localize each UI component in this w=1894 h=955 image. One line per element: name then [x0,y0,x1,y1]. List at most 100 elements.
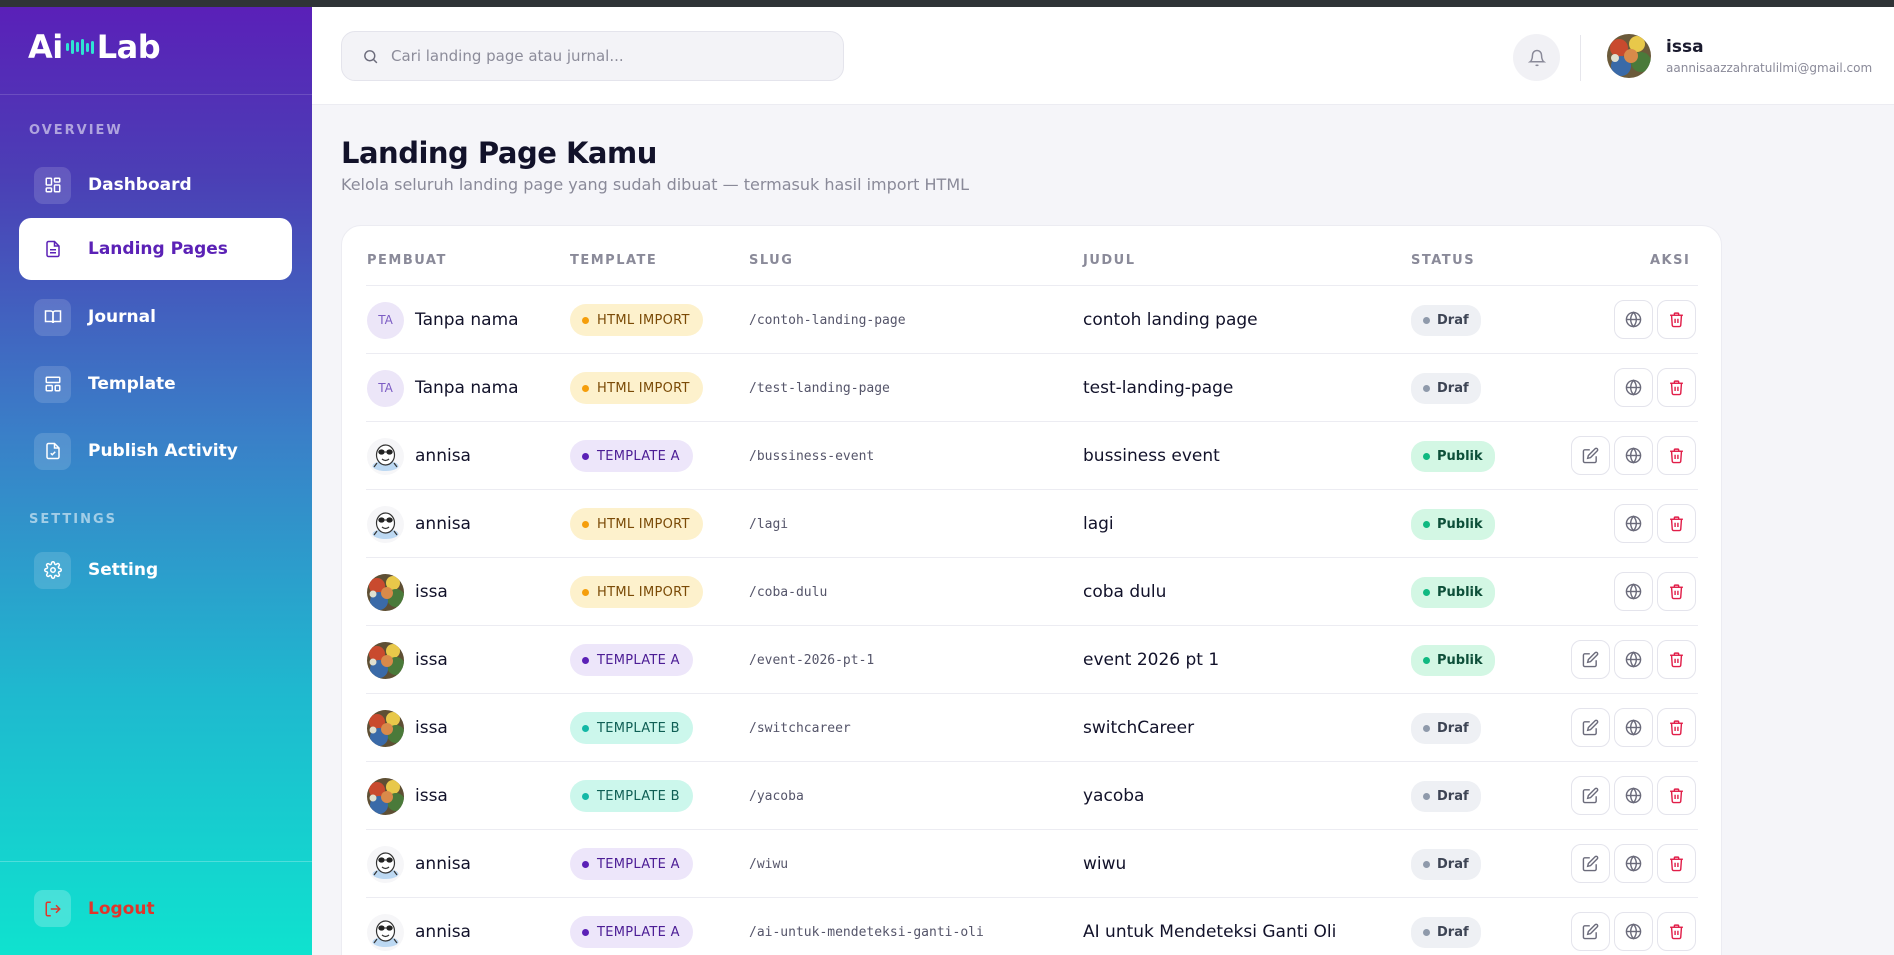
slug-text: /test-landing-page [749,380,890,396]
edit-icon [1582,719,1599,736]
app-logo[interactable]: Ai Lab [28,28,161,66]
creator-name: Tanpa nama [415,310,519,330]
edit-button[interactable] [1571,436,1610,475]
page-title-text[interactable]: coba dulu [1083,582,1166,602]
creator-name: issa [415,650,448,670]
view-live-button[interactable] [1614,912,1653,951]
logo-suffix: Lab [96,28,161,66]
table-row[interactable]: issa TEMPLATE B/switchcareer switchCareer D… [366,693,1698,761]
sidebar-item-landing-pages[interactable]: Landing Pages [19,218,292,280]
table-row[interactable]: annisa TEMPLATE A/wiwu wiwu Draf [366,829,1698,897]
sidebar-item-template[interactable]: Template [19,353,292,415]
view-live-button[interactable] [1614,844,1653,883]
slug-cell: /switchcareer [749,694,851,762]
status-cell: Draf [1411,762,1481,830]
title-cell: yacoba [1083,762,1144,830]
status-cell: Draf [1411,286,1481,354]
edit-button[interactable] [1571,912,1610,951]
delete-button[interactable] [1657,640,1696,679]
page-title-text[interactable]: contoh landing page [1083,310,1258,330]
table-row[interactable]: issa HTML IMPORT/coba-dulu coba dulu Publik [366,557,1698,625]
page-title-text[interactable]: wiwu [1083,854,1126,874]
status-cell: Publik [1411,558,1495,626]
table-row[interactable]: issa TEMPLATE A/event-2026-pt-1 event 2026… [366,625,1698,693]
globe-icon [1625,923,1642,940]
logout-button[interactable]: Logout [34,890,155,927]
search-bar[interactable] [341,31,844,81]
view-live-button[interactable] [1614,640,1653,679]
edit-button[interactable] [1571,708,1610,747]
table-row[interactable]: TA Tanpa nama HTML IMPORT/contoh-landing-p… [366,285,1698,353]
delete-button[interactable] [1657,776,1696,815]
creator-cell: annisa [367,490,471,558]
column-header-judul: JUDUL [1083,253,1136,268]
sidebar-item-dashboard[interactable]: Dashboard [19,154,292,216]
notification-button[interactable] [1513,34,1560,81]
creator-cell: issa [367,558,448,626]
status-label: Publik [1437,448,1483,464]
page-title-text[interactable]: event 2026 pt 1 [1083,650,1219,670]
sidebar-item-journal[interactable]: Journal [19,286,292,348]
template-cell: HTML IMPORT [570,286,703,354]
delete-button[interactable] [1657,436,1696,475]
search-input[interactable] [391,47,811,65]
view-live-button[interactable] [1614,572,1653,611]
layout-icon [34,365,71,403]
template-badge-label: HTML IMPORT [597,516,690,532]
template-badge-label: TEMPLATE A [597,924,680,940]
creator-avatar [367,573,404,611]
table-row[interactable]: annisa TEMPLATE A/ai-untuk-mendeteksi-gan… [366,897,1698,955]
template-badge: TEMPLATE A [570,848,693,880]
user-email: aannisaazzahratulilmi@gmail.com [1666,61,1873,75]
delete-button[interactable] [1657,300,1696,339]
template-badge: HTML IMPORT [570,304,703,336]
slug-cell: /yacoba [749,762,804,830]
delete-button[interactable] [1657,708,1696,747]
view-live-button[interactable] [1614,708,1653,747]
delete-button[interactable] [1657,504,1696,543]
edit-icon [1582,855,1599,872]
header-divider [1580,35,1581,81]
table-row[interactable]: annisa HTML IMPORT/lagi lagi Publik [366,489,1698,557]
status-badge: Publik [1411,644,1495,676]
table-row[interactable]: TA Tanpa nama HTML IMPORT/test-landing-pag… [366,353,1698,421]
template-badge-label: TEMPLATE B [597,788,680,804]
template-badge-label: HTML IMPORT [597,312,690,328]
delete-button[interactable] [1657,912,1696,951]
edit-button[interactable] [1571,844,1610,883]
table-row[interactable]: issa TEMPLATE B/yacoba yacoba Draf [366,761,1698,829]
section-label-settings: SETTINGS [29,512,118,527]
user-avatar[interactable] [1607,34,1651,78]
slug-text: /contoh-landing-page [749,312,906,328]
page-title-text[interactable]: AI untuk Mendeteksi Ganti Oli [1083,922,1336,942]
delete-button[interactable] [1657,572,1696,611]
table-row[interactable]: annisa TEMPLATE A/bussiness-event bussines… [366,421,1698,489]
view-live-button[interactable] [1614,436,1653,475]
sidebar-item-setting[interactable]: Setting [19,539,292,601]
template-cell: TEMPLATE A [570,898,693,955]
view-live-button[interactable] [1614,776,1653,815]
delete-button[interactable] [1657,368,1696,407]
delete-button[interactable] [1657,844,1696,883]
sidebar-item-publish-activity[interactable]: Publish Activity [19,420,292,482]
slug-text: /switchcareer [749,720,851,736]
page-title-text[interactable]: lagi [1083,514,1114,534]
page-title-text[interactable]: bussiness event [1083,446,1220,466]
title-cell: lagi [1083,490,1114,558]
document-icon [34,231,71,268]
page-title-text[interactable]: switchCareer [1083,718,1194,738]
page-title-text[interactable]: test-landing-page [1083,378,1233,398]
creator-avatar [367,777,404,815]
view-live-button[interactable] [1614,300,1653,339]
view-live-button[interactable] [1614,368,1653,407]
view-live-button[interactable] [1614,504,1653,543]
page-title-text[interactable]: yacoba [1083,786,1144,806]
template-cell: TEMPLATE A [570,422,693,490]
edit-button[interactable] [1571,776,1610,815]
sidebar-divider [0,94,312,95]
sidebar-divider [0,861,312,862]
template-badge: TEMPLATE A [570,644,693,676]
template-badge-label: TEMPLATE A [597,448,680,464]
edit-button[interactable] [1571,640,1610,679]
logout-label: Logout [88,898,155,919]
